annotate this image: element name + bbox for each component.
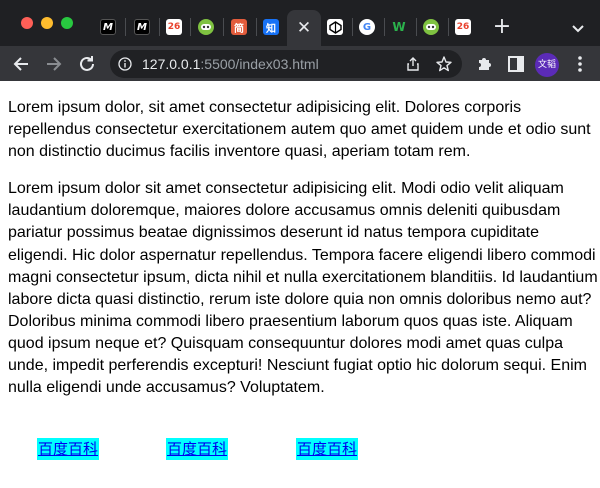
back-arrow-icon[interactable] xyxy=(9,52,33,76)
url-path: :5500/index03.html xyxy=(200,56,319,72)
m-logo-icon: M xyxy=(137,21,147,33)
google-icon: G xyxy=(362,21,372,33)
address-bar[interactable]: 127.0.0.1:5500/index03.html xyxy=(110,50,462,78)
baike-link-3[interactable]: 百度百科 xyxy=(296,438,359,460)
close-window-button[interactable] xyxy=(21,17,33,29)
tab-separator xyxy=(448,18,449,36)
tab-separator xyxy=(416,18,417,36)
tab-green-w[interactable]: W xyxy=(391,19,407,35)
active-tab[interactable]: ✕ xyxy=(287,10,321,46)
side-panel-icon[interactable] xyxy=(504,52,528,76)
browser-toolbar: 127.0.0.1:5500/index03.html 文韬 xyxy=(0,46,600,81)
url-text: 127.0.0.1:5500/index03.html xyxy=(142,50,319,78)
colorful-logo-icon: 26 xyxy=(456,22,470,32)
page-body: Lorem ipsum dolor, sit amet consectetur … xyxy=(8,81,598,399)
green-face-icon xyxy=(426,24,436,30)
reload-icon[interactable] xyxy=(75,52,99,76)
profile-avatar[interactable]: 文韬 xyxy=(535,53,559,77)
tab-colorful-logo-2[interactable]: 26 xyxy=(455,19,471,35)
codepen-icon xyxy=(328,20,342,34)
tab-separator xyxy=(223,18,224,36)
menu-kebab-icon[interactable] xyxy=(568,52,592,76)
tab-separator xyxy=(125,18,126,36)
tab-blue-text[interactable]: 知 xyxy=(263,19,279,35)
paragraph-1: Lorem ipsum dolor, sit amet consectetur … xyxy=(8,99,591,161)
tab-separator xyxy=(256,18,257,36)
url-host: 127.0.0.1 xyxy=(142,56,201,72)
tab-colorful-logo-1[interactable]: 26 xyxy=(166,19,182,35)
tab-separator xyxy=(384,18,385,36)
profile-label: 文韬 xyxy=(537,60,556,70)
tab-red-text[interactable]: 简 xyxy=(231,19,247,35)
blue-text-icon: 知 xyxy=(266,23,276,35)
forward-arrow-icon[interactable] xyxy=(42,52,66,76)
colorful-logo-icon: 26 xyxy=(167,22,181,32)
minimize-window-button[interactable] xyxy=(41,17,53,29)
tab-separator xyxy=(352,18,353,36)
tab-separator xyxy=(190,18,191,36)
chevron-down-icon[interactable] xyxy=(569,19,587,37)
baike-link-2[interactable]: 百度百科 xyxy=(166,438,229,460)
link-row: 百度百科 百度百科 百度百科 xyxy=(0,438,600,462)
new-tab-button[interactable]: + xyxy=(491,16,513,38)
tab-strip: M M 26 简 知 ✕ G W 26 + xyxy=(0,0,600,46)
baike-link-1[interactable]: 百度百科 xyxy=(37,438,100,460)
tab-codepen[interactable] xyxy=(327,19,343,35)
tab-google[interactable]: G xyxy=(359,19,375,35)
share-icon[interactable] xyxy=(405,56,421,72)
tab-green-face-2[interactable] xyxy=(423,19,439,35)
tab-m-logo-1[interactable]: M xyxy=(100,19,116,35)
tab-separator xyxy=(159,18,160,36)
red-text-icon: 简 xyxy=(234,23,244,35)
bookmark-star-icon[interactable] xyxy=(435,55,453,73)
green-face-icon xyxy=(201,24,211,30)
close-tab-icon[interactable]: ✕ xyxy=(287,10,321,46)
paragraph-2: Lorem ipsum dolor sit amet consectetur a… xyxy=(8,180,598,397)
m-logo-icon: M xyxy=(103,21,113,33)
tab-green-face-1[interactable] xyxy=(198,19,214,35)
maximize-window-button[interactable] xyxy=(61,17,73,29)
extensions-puzzle-icon[interactable] xyxy=(472,52,496,76)
tab-m-logo-2[interactable]: M xyxy=(134,19,150,35)
green-w-icon: W xyxy=(392,20,406,34)
plus-icon: + xyxy=(492,14,512,39)
info-icon[interactable] xyxy=(118,57,132,71)
